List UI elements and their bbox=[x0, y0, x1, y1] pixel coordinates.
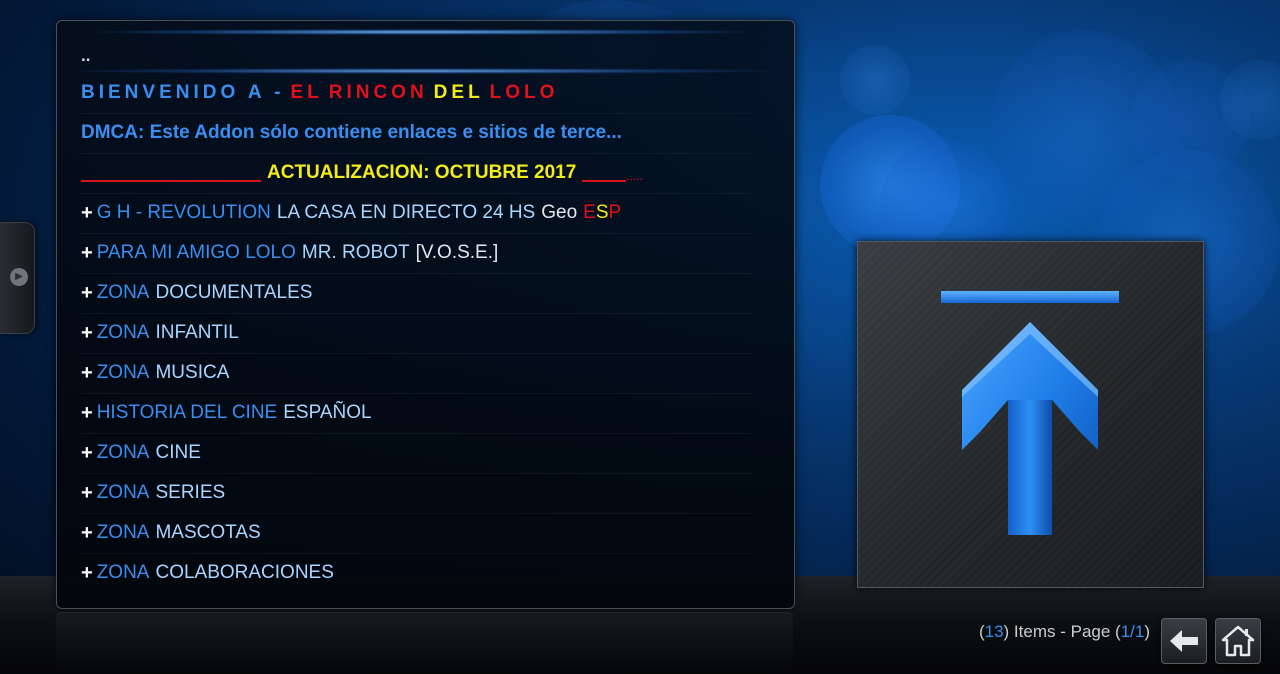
item-label-prefix: G H - REVOLUTION bbox=[96, 202, 271, 223]
item-label-prefix: ZONA bbox=[96, 442, 150, 463]
item-label-prefix: ZONA bbox=[96, 282, 150, 303]
expand-plus-icon: + bbox=[81, 481, 93, 504]
expand-plus-icon: + bbox=[81, 281, 93, 304]
list-item[interactable]: + HISTORIA DEL CINE ESPAÑOL bbox=[81, 393, 751, 434]
divider-line bbox=[582, 180, 627, 182]
item-label: LA CASA EN DIRECTO 24 HS bbox=[276, 202, 536, 223]
welcome-prefix: BIENVENIDO A - bbox=[81, 82, 285, 103]
parent-folder-label: .. bbox=[81, 46, 91, 65]
item-count: 13 bbox=[984, 622, 1004, 641]
list-item[interactable]: + ZONA CINE bbox=[81, 433, 751, 474]
list-item[interactable]: + ZONA COLABORACIONES bbox=[81, 553, 751, 593]
expand-plus-icon: + bbox=[81, 441, 93, 464]
back-button[interactable] bbox=[1161, 618, 1207, 664]
up-arrow-icon bbox=[941, 291, 1119, 535]
home-icon bbox=[1221, 625, 1255, 657]
list-item-update[interactable]: ACTUALIZACION: OCTUBRE 2017 ..... bbox=[81, 153, 751, 194]
item-label: COLABORACIONES bbox=[155, 562, 334, 583]
expand-plus-icon: + bbox=[81, 321, 93, 344]
panel-glow bbox=[97, 29, 747, 35]
update-label: ACTUALIZACION: OCTUBRE 2017 bbox=[267, 162, 577, 183]
page-indicator: (13) Items - Page (1/1) bbox=[960, 622, 1150, 642]
side-menu-tab[interactable]: ▶ bbox=[0, 222, 35, 334]
welcome-lolo: LOLO bbox=[489, 82, 559, 103]
item-label-prefix: ZONA bbox=[96, 482, 150, 503]
expand-plus-icon: + bbox=[81, 241, 93, 264]
item-label: SERIES bbox=[155, 482, 226, 503]
back-arrow-icon bbox=[1170, 630, 1198, 652]
dmca-text: DMCA: Este Addon sólo contiene enlaces e… bbox=[81, 122, 622, 143]
item-label-prefix: ZONA bbox=[96, 562, 150, 583]
item-label-prefix: ZONA bbox=[96, 362, 150, 383]
item-label: CINE bbox=[155, 442, 201, 463]
item-label-prefix: ZONA bbox=[96, 322, 150, 343]
item-flag-p: P bbox=[608, 202, 622, 223]
item-label: INFANTIL bbox=[155, 322, 239, 343]
item-label: MASCOTAS bbox=[155, 522, 261, 543]
items-page-text: ) Items - Page ( bbox=[1003, 622, 1121, 641]
item-label-suffix: Geo bbox=[541, 202, 578, 223]
list-item[interactable]: + G H - REVOLUTION LA CASA EN DIRECTO 24… bbox=[81, 193, 751, 234]
item-label: MUSICA bbox=[155, 362, 230, 383]
welcome-el: EL bbox=[290, 82, 323, 103]
list-item[interactable]: + ZONA MUSICA bbox=[81, 353, 751, 394]
paren: ) bbox=[1144, 622, 1150, 641]
expand-plus-icon: + bbox=[81, 401, 93, 424]
list-item[interactable]: + PARA MI AMIGO LOLO MR. ROBOT [V.O.S.E.… bbox=[81, 233, 751, 274]
welcome-del: DEL bbox=[433, 82, 484, 103]
item-flag-s: S bbox=[595, 202, 609, 223]
list-item-welcome[interactable]: BIENVENIDO A - EL RINCON DEL LOLO bbox=[81, 73, 751, 114]
item-label-prefix: HISTORIA DEL CINE bbox=[96, 402, 278, 423]
divider-line bbox=[81, 180, 261, 182]
panel-reflection bbox=[56, 612, 793, 674]
expand-plus-icon: + bbox=[81, 521, 93, 544]
item-flag-e: E bbox=[583, 202, 596, 223]
item-label-prefix: ZONA bbox=[96, 522, 150, 543]
thumbnail-preview bbox=[857, 241, 1204, 588]
list-item[interactable]: + ZONA DOCUMENTALES bbox=[81, 273, 751, 314]
item-label: DOCUMENTALES bbox=[155, 282, 313, 303]
file-list-panel: .. BIENVENIDO A - EL RINCON DEL LOLO DMC… bbox=[56, 20, 795, 609]
expand-plus-icon: + bbox=[81, 201, 93, 224]
update-tail: ..... bbox=[626, 169, 643, 183]
expand-plus-icon: + bbox=[81, 561, 93, 584]
list-item-dmca[interactable]: DMCA: Este Addon sólo contiene enlaces e… bbox=[81, 113, 751, 154]
list-item[interactable]: + ZONA SERIES bbox=[81, 473, 751, 514]
list-item[interactable]: + ZONA INFANTIL bbox=[81, 313, 751, 354]
item-label: ESPAÑOL bbox=[283, 402, 372, 423]
list-item[interactable]: + ZONA MASCOTAS bbox=[81, 513, 751, 554]
list-item-parent[interactable]: .. bbox=[81, 36, 751, 76]
item-label-suffix: [V.O.S.E.] bbox=[415, 242, 499, 263]
home-button[interactable] bbox=[1215, 618, 1261, 664]
expand-plus-icon: + bbox=[81, 361, 93, 384]
page-number: 1/1 bbox=[1120, 622, 1145, 641]
item-label: MR. ROBOT bbox=[301, 242, 410, 263]
play-circle-icon: ▶ bbox=[10, 268, 28, 286]
item-label-prefix: PARA MI AMIGO LOLO bbox=[96, 242, 296, 263]
welcome-rincon: RINCON bbox=[328, 82, 428, 103]
